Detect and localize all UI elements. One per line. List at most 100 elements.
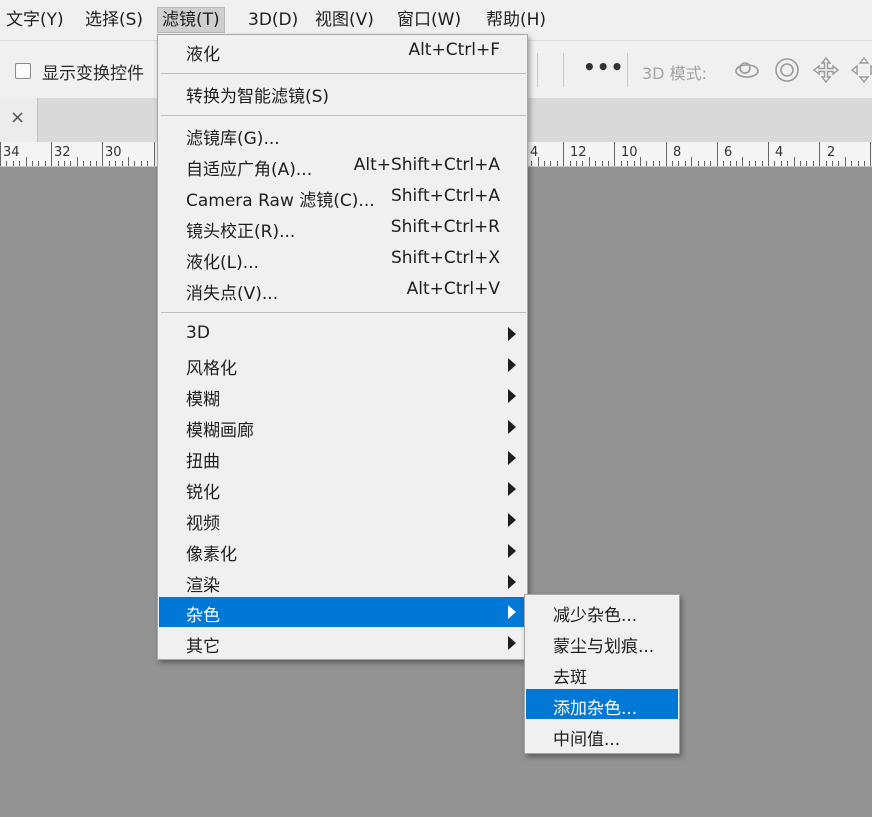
menu-item-adaptive-wide-angle[interactable]: 自适应广角(A)... Alt+Shift+Ctrl+A [159,151,526,181]
submenu-arrow-icon [508,327,516,341]
submenu-arrow-icon [508,451,516,465]
submenu-arrow-icon [508,482,516,496]
menu-item-shortcut: Alt+Shift+Ctrl+A [353,155,500,175]
ruler-tick [141,161,142,166]
menu-item-label: 自适应广角(A)... [186,160,313,180]
menu-view[interactable]: 视图(V) [311,7,378,33]
ruler-number: 12 [570,145,587,160]
submenu-item-label: 去斑 [553,668,587,688]
ruler-tick [768,142,769,166]
ruler-tick [13,161,14,166]
submenu-item-add-noise[interactable]: 添加杂色... [526,689,678,719]
ruler-tick [787,161,788,166]
ruler-tick [698,161,699,166]
document-tab[interactable]: × [0,98,38,142]
ruler-tick [653,161,654,166]
ruler-tick [614,142,615,166]
ruler-tick [109,161,110,166]
menu-help[interactable]: 帮助(H) [482,7,550,33]
ruler-tick [813,161,814,166]
menu-3d[interactable]: 3D(D) [244,7,302,33]
menu-item-shortcut: Alt+Ctrl+V [406,279,500,299]
ruler-tick [659,161,660,166]
menu-item-label: 模糊画廊 [186,421,254,441]
submenu-item-median[interactable]: 中间值... [526,720,678,750]
ruler-tick [704,161,705,166]
ruler-tick [19,161,20,166]
submenu-item-label: 蒙尘与划痕... [553,637,655,657]
close-tab-icon[interactable]: × [10,107,25,128]
menu-item-liquify-quick[interactable]: 液化 Alt+Ctrl+F [159,36,526,66]
ruler-number: 6 [724,145,733,160]
more-options-icon[interactable]: ••• [583,55,624,79]
menu-window[interactable]: 窗口(W) [393,7,465,33]
menu-separator [161,115,526,116]
ruler-tick [832,161,833,166]
menu-item-camera-raw[interactable]: Camera Raw 滤镜(C)... Shift+Ctrl+A [159,182,526,212]
menu-item-label: 风格化 [186,359,237,379]
menu-item-label: 3D [186,323,210,343]
submenu-item-dust-and-scratches[interactable]: 蒙尘与划痕... [526,627,678,657]
submenu-arrow-icon [508,605,516,619]
menu-item-render[interactable]: 渲染 [159,567,526,597]
show-transform-checkbox[interactable] [15,63,31,79]
ruler-tick [58,161,59,166]
orbit-icon[interactable] [733,56,761,84]
menu-item-label: 像素化 [186,545,237,565]
menu-item-convert-smart-filters[interactable]: 转换为智能滤镜(S) [159,78,526,108]
menu-item-pixelate[interactable]: 像素化 [159,536,526,566]
menu-item-lens-correction[interactable]: 镜头校正(R)... Shift+Ctrl+R [159,213,526,243]
show-transform-label: 显示变换控件 [42,64,144,84]
ruler-number: 2 [827,145,836,160]
submenu-item-label: 减少杂色... [553,606,638,626]
menu-item-distort[interactable]: 扭曲 [159,443,526,473]
submenu-item-despeckle[interactable]: 去斑 [526,658,678,688]
ruler-tick [550,161,551,166]
ruler-tick [717,142,718,166]
slide-icon[interactable] [850,56,872,84]
menu-item-label: 消失点(V)... [186,284,279,304]
menu-item-vanishing-point[interactable]: 消失点(V)... Alt+Ctrl+V [159,275,526,305]
menu-item-liquify[interactable]: 液化(L)... Shift+Ctrl+X [159,244,526,274]
ruler-tick [134,161,135,166]
menu-item-label: Camera Raw 滤镜(C)... [186,191,375,211]
ruler-tick [544,161,545,166]
menu-select[interactable]: 选择(S) [81,7,147,33]
ruler-tick [794,157,795,166]
ruler-tick [781,161,782,166]
menu-filter[interactable]: 滤镜(T) [157,7,225,33]
ruler-tick [864,161,865,166]
ruler-tick [128,157,129,166]
ruler-tick [755,161,756,166]
ruler-tick [0,142,1,166]
menu-item-blur[interactable]: 模糊 [159,381,526,411]
ruler-tick [83,161,84,166]
ruler-tick [77,157,78,166]
menu-item-filter-gallery[interactable]: 滤镜库(G)... [159,120,526,150]
menu-item-blur-gallery[interactable]: 模糊画廊 [159,412,526,442]
ruler-tick [634,161,635,166]
ruler-tick [685,161,686,166]
submenu-arrow-icon [508,513,516,527]
submenu-item-reduce-noise[interactable]: 减少杂色... [526,596,678,626]
menu-item-video[interactable]: 视频 [159,505,526,535]
menu-item-noise[interactable]: 杂色 [159,597,526,627]
pan-icon[interactable] [812,56,840,84]
menu-item-label: 扭曲 [186,452,220,472]
menu-item-other[interactable]: 其它 [159,628,526,658]
ruler-tick [691,157,692,166]
ruler-tick [774,161,775,166]
roll-icon[interactable] [773,56,801,84]
menu-item-sharpen[interactable]: 锐化 [159,474,526,504]
filter-menu: 液化 Alt+Ctrl+F 转换为智能滤镜(S) 滤镜库(G)... 自适应广角… [157,34,528,660]
ruler-tick [6,161,7,166]
menu-text[interactable]: 文字(Y) [2,7,68,33]
menu-item-stylize[interactable]: 风格化 [159,350,526,380]
ruler-tick [595,161,596,166]
ruler-tick [538,157,539,166]
ruler-tick [870,142,871,166]
ruler-tick [582,161,583,166]
ruler-tick [608,161,609,166]
ruler-tick [672,161,673,166]
menu-item-3d[interactable]: 3D [159,319,526,349]
